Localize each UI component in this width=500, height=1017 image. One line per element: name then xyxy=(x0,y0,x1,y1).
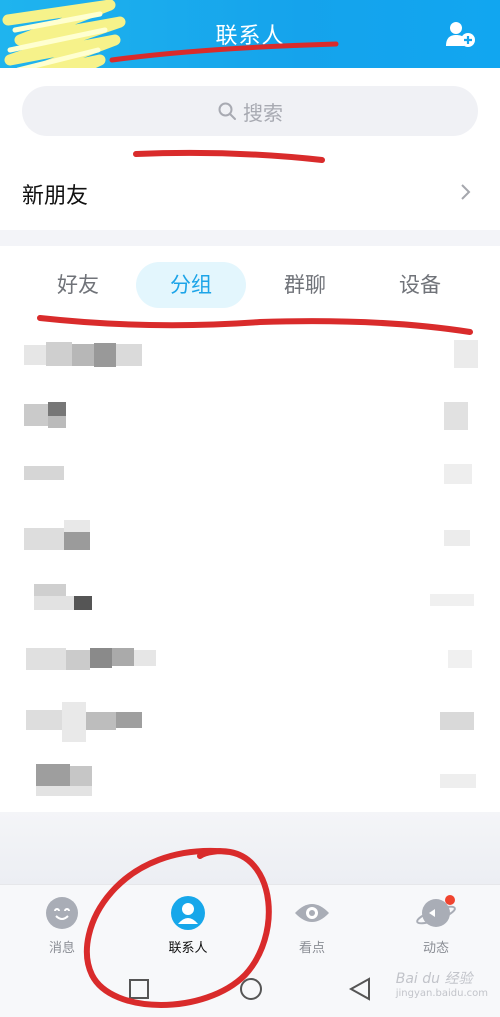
bottom-nav: 消息 联系人 看点 动态 xyxy=(0,884,500,957)
nav-label: 动态 xyxy=(422,941,449,956)
nav-label: 联系人 xyxy=(168,941,208,956)
nav-contacts[interactable]: 联系人 xyxy=(148,895,228,956)
tab-friends[interactable]: 好友 xyxy=(38,262,118,308)
tab-devices[interactable]: 设备 xyxy=(380,262,460,308)
watermark-url: jingyan.baidu.com xyxy=(395,988,488,999)
nav-moments[interactable]: 动态 xyxy=(396,895,476,956)
list-item[interactable] xyxy=(0,570,500,630)
new-friends-item[interactable]: 新朋友 xyxy=(22,178,88,210)
search-bar[interactable]: 搜索 xyxy=(22,86,478,136)
list-item[interactable] xyxy=(0,446,500,506)
add-friend-icon[interactable] xyxy=(446,20,476,48)
list-item[interactable] xyxy=(0,630,500,690)
list-item[interactable] xyxy=(0,330,500,390)
list-item[interactable] xyxy=(0,692,500,752)
circle-icon[interactable] xyxy=(238,976,264,1002)
square-icon[interactable] xyxy=(128,978,150,1000)
nav-label: 看点 xyxy=(298,941,325,956)
contacts-icon xyxy=(171,896,205,930)
back-triangle-icon[interactable] xyxy=(348,976,372,1002)
eye-icon xyxy=(295,904,329,922)
list-item[interactable] xyxy=(0,752,500,812)
search-icon xyxy=(218,102,236,120)
search-placeholder: 搜索 xyxy=(243,100,283,125)
tab-groups[interactable]: 分组 xyxy=(136,262,246,308)
list-item[interactable] xyxy=(0,508,500,568)
nav-label: 消息 xyxy=(48,941,75,956)
notification-badge xyxy=(445,895,455,905)
message-icon xyxy=(46,897,78,929)
list-footer xyxy=(0,812,500,884)
chevron-right-icon xyxy=(461,184,471,200)
watermark: Bai du 经验 jingyan.baidu.com xyxy=(396,968,488,999)
nav-discover[interactable]: 看点 xyxy=(272,895,352,956)
contact-tabs: 好友 分组 群聊 设备 xyxy=(0,262,500,310)
planet-icon xyxy=(416,895,456,927)
list-item[interactable] xyxy=(0,388,500,448)
nav-messages[interactable]: 消息 xyxy=(22,895,102,956)
watermark-brand: Bai du 经验 xyxy=(395,971,473,987)
tab-group-chats[interactable]: 群聊 xyxy=(265,262,345,308)
